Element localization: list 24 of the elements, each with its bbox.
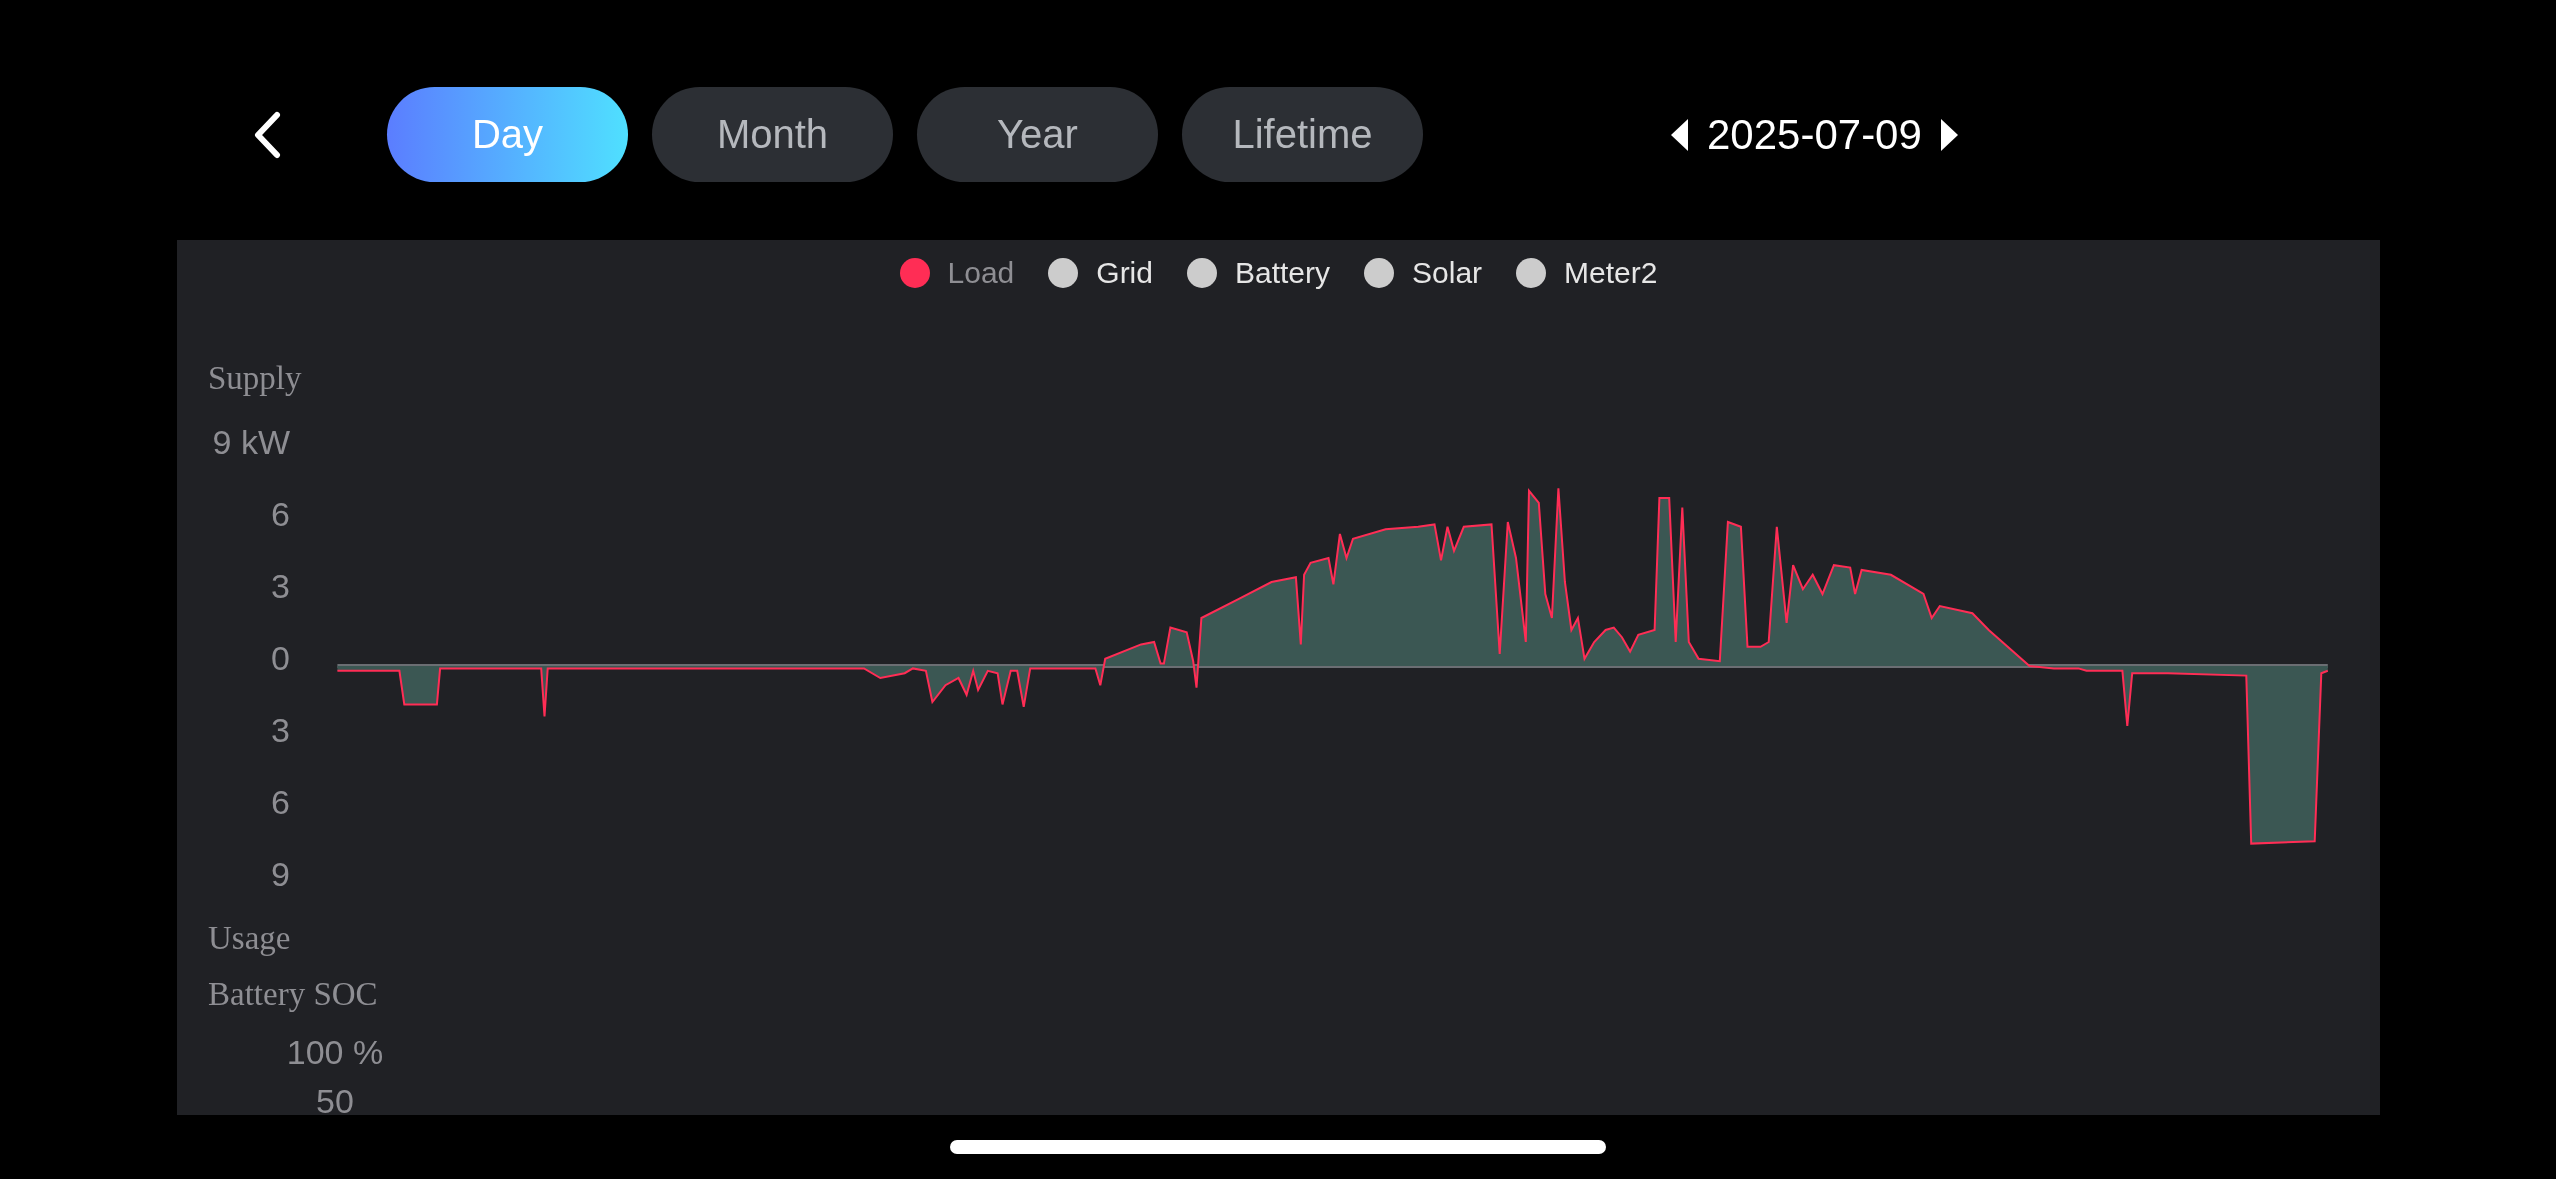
axis-tick: 9 [271,855,290,893]
next-day-icon[interactable] [1939,118,1958,151]
axis-tick: 100 % [286,1033,384,1071]
date-label: 2025-07-09 [1707,110,1922,159]
axis-tick: 0 [271,639,290,677]
period-tab[interactable]: Lifetime [1182,87,1423,182]
legend-label[interactable]: Solar [1412,256,1483,290]
previous-day-icon[interactable] [1671,118,1689,151]
axis-tick: 6 [271,783,290,821]
period-tab[interactable]: Month [652,87,893,182]
axis-tick: 50 [316,1082,354,1115]
axis-tick: 9 kW [212,423,290,461]
back-icon[interactable] [252,110,282,159]
axis-tick: 3 [271,567,290,605]
axis-title: Supply [208,359,302,398]
legend-label[interactable]: Meter2 [1564,256,1658,290]
axis-tick: 6 [271,495,290,533]
legend-label[interactable]: Load [947,256,1015,290]
axis-title: Usage [208,919,291,958]
period-tab[interactable]: Year [917,87,1158,182]
axis-title: Battery SOC [208,975,378,1014]
legend-label[interactable]: Grid [1096,256,1153,290]
axis-tick: 3 [271,711,290,749]
legend-label[interactable]: Battery [1235,256,1331,290]
